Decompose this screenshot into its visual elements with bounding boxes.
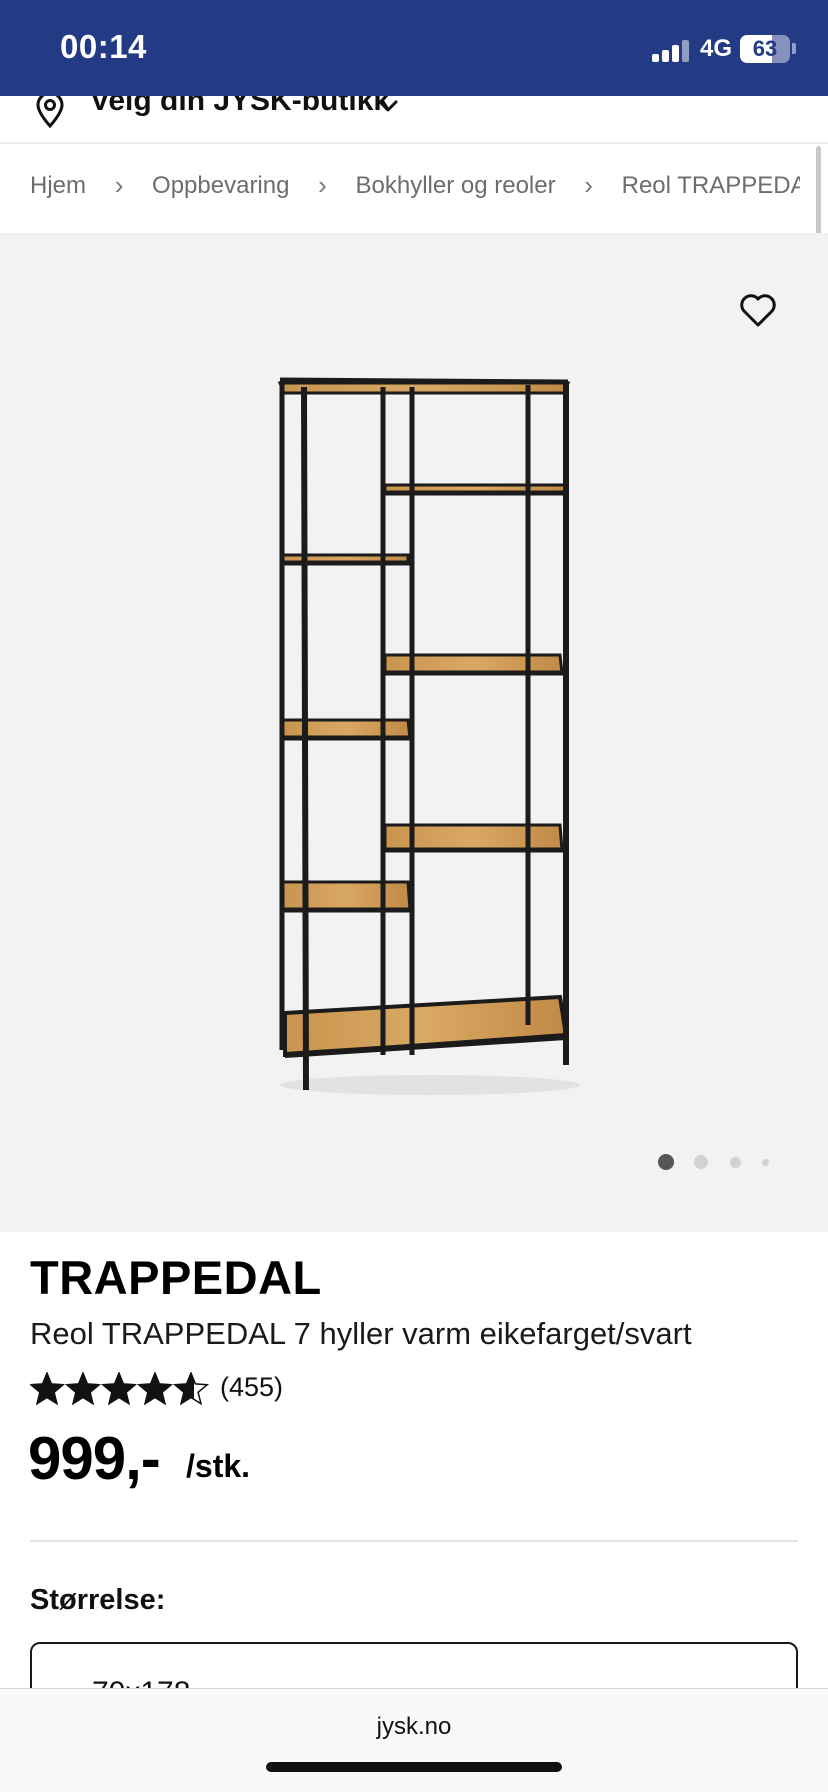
breadcrumb-item-storage[interactable]: Oppbevaring bbox=[152, 172, 289, 200]
battery-level: 63 bbox=[752, 36, 778, 61]
product-image bbox=[277, 377, 580, 1095]
breadcrumb-item-bookshelves[interactable]: Bokhyller og reoler bbox=[355, 172, 555, 200]
battery-tip bbox=[792, 43, 796, 54]
star-icon bbox=[136, 1372, 174, 1406]
chevron-down-icon bbox=[378, 100, 398, 112]
star-icon bbox=[30, 1372, 66, 1406]
heart-icon[interactable] bbox=[738, 290, 778, 330]
price-unit: /stk. bbox=[186, 1448, 251, 1484]
browser-address-bar[interactable]: jysk.no bbox=[0, 1688, 828, 1792]
chevron-right-icon: › bbox=[114, 170, 124, 200]
star-icon bbox=[172, 1372, 210, 1406]
gallery-pagination[interactable] bbox=[0, 1152, 828, 1172]
product-name: Reol TRAPPEDAL 7 hyller varm eikefarget/… bbox=[30, 1316, 692, 1351]
signal-strength-icon bbox=[652, 38, 690, 62]
network-type: 4G bbox=[700, 35, 733, 62]
breadcrumb-item-current: Reol TRAPPEDAL 7 h bbox=[621, 171, 800, 199]
product-rating[interactable]: (455) bbox=[30, 1370, 430, 1410]
status-bar: 00:14 4G 63 bbox=[0, 0, 828, 96]
star-icon bbox=[64, 1372, 102, 1406]
divider bbox=[30, 1540, 798, 1542]
status-time: 00:14 bbox=[60, 28, 147, 65]
url-text[interactable]: jysk.no bbox=[0, 1713, 828, 1741]
home-indicator[interactable] bbox=[266, 1762, 562, 1772]
gallery-dot[interactable] bbox=[658, 1154, 674, 1170]
rating-stars bbox=[30, 1372, 210, 1406]
gallery-dot[interactable] bbox=[694, 1155, 708, 1169]
product-brand: TRAPPEDAL bbox=[30, 1251, 322, 1304]
store-selector[interactable]: Velg din JYSK-butikk bbox=[0, 96, 828, 144]
gallery-dot[interactable] bbox=[762, 1158, 769, 1166]
product-price: 999,- bbox=[28, 1425, 161, 1492]
chevron-right-icon: › bbox=[584, 170, 593, 200]
gallery-dot[interactable] bbox=[730, 1156, 741, 1168]
star-icon bbox=[100, 1372, 138, 1406]
chevron-right-icon: › bbox=[318, 170, 327, 200]
breadcrumb-item-home[interactable]: Hjem bbox=[30, 172, 86, 200]
review-count[interactable]: (455) bbox=[220, 1372, 283, 1403]
breadcrumb: Hjem › Oppbevaring › Bokhyller og reoler… bbox=[30, 170, 800, 210]
store-selector-label: Velg din JYSK-butikk bbox=[90, 96, 391, 117]
battery-icon: 63 bbox=[740, 35, 790, 63]
size-label: Størrelse: bbox=[30, 1584, 166, 1616]
location-pin-icon bbox=[36, 96, 64, 128]
